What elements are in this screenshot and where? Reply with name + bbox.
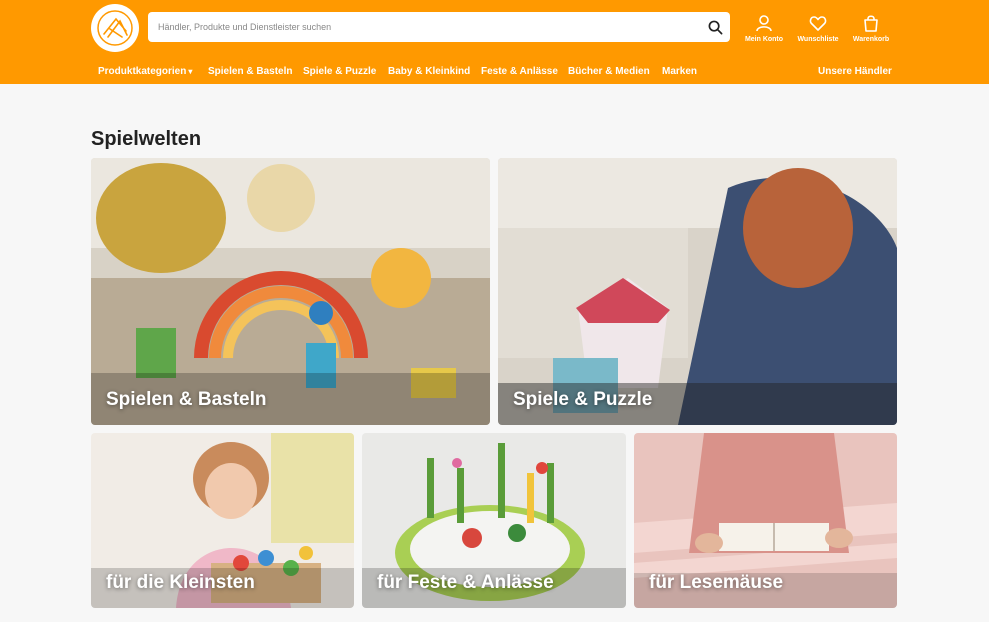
account-label: Mein Konto	[744, 36, 784, 43]
category-tile-spielen-basteln[interactable]: Spielen & Basteln	[91, 158, 490, 425]
tile-label: Spielen & Basteln	[106, 389, 267, 410]
search-icon	[708, 20, 722, 34]
user-icon	[756, 15, 772, 32]
cart-button[interactable]: Warenkorb	[843, 14, 899, 43]
tile-image-spielen-basteln	[91, 158, 490, 425]
category-tile-spiele-puzzle[interactable]: Spiele & Puzzle	[498, 158, 897, 425]
nav-item-feste-anlaesse[interactable]: Feste & Anlässe	[481, 66, 558, 77]
nav-item-produktkategorien[interactable]: Produktkategorien ▾	[98, 66, 192, 77]
tile-label: für Lesemäuse	[649, 572, 784, 593]
nav-item-spiele-puzzle[interactable]: Spiele & Puzzle	[303, 66, 376, 77]
nav-item-label: Produktkategorien	[98, 66, 187, 77]
shopping-bag-icon	[864, 15, 878, 32]
wishlist-button[interactable]: Wunschliste	[790, 14, 846, 43]
nav-item-baby-kleinkind[interactable]: Baby & Kleinkind	[388, 66, 470, 77]
heart-icon	[809, 16, 827, 31]
page-title: Spielwelten	[91, 128, 202, 150]
search-bar	[148, 12, 730, 42]
tile-label: Spiele & Puzzle	[513, 389, 653, 410]
search-button[interactable]	[700, 12, 730, 42]
tile-label: für die Kleinsten	[106, 572, 255, 593]
chevron-down-icon: ▾	[188, 67, 193, 76]
search-input[interactable]	[156, 21, 700, 33]
account-button[interactable]: Mein Konto	[736, 14, 792, 43]
logo-icon	[97, 10, 133, 46]
category-tile-kleinsten[interactable]: für die Kleinsten	[91, 433, 354, 608]
category-tile-lesemaeuse[interactable]: für Lesemäuse	[634, 433, 897, 608]
wishlist-label: Wunschliste	[797, 36, 839, 43]
nav-item-marken[interactable]: Marken	[662, 66, 697, 77]
nav-item-spielen-basteln[interactable]: Spielen & Basteln	[208, 66, 292, 77]
nav-link-unsere-haendler[interactable]: Unsere Händler	[818, 66, 892, 77]
main-navigation: Produktkategorien ▾ Spielen & Basteln Spi…	[0, 66, 989, 80]
site-logo[interactable]	[91, 4, 139, 52]
header-bar: Mein Konto Wunschliste Warenkorb Produkt…	[0, 0, 989, 84]
tile-label: für Feste & Anlässe	[377, 572, 554, 593]
cart-label: Warenkorb	[852, 36, 890, 43]
category-tile-feste-anlaesse[interactable]: für Feste & Anlässe	[362, 433, 626, 608]
nav-item-buecher-medien[interactable]: Bücher & Medien	[568, 66, 650, 77]
tile-image-spiele-puzzle	[498, 158, 897, 425]
